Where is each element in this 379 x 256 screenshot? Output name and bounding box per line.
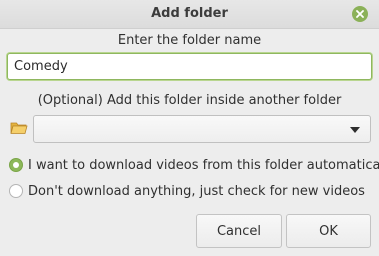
radio-button-selected[interactable] xyxy=(9,158,23,172)
radio-download-automatically[interactable]: I want to download videos from this fold… xyxy=(9,156,379,174)
radio-check-only[interactable]: Don't download anything, just check for … xyxy=(9,182,365,200)
folder-name-label: Enter the folder name xyxy=(117,33,262,48)
ok-button[interactable]: OK xyxy=(286,214,371,248)
cancel-button[interactable]: Cancel xyxy=(196,214,282,248)
dropdown-arrow-icon xyxy=(350,127,360,133)
folder-name-input[interactable] xyxy=(7,53,372,80)
folder-open-icon xyxy=(10,122,28,134)
radio-download-label: I want to download videos from this fold… xyxy=(28,157,379,173)
close-icon xyxy=(356,10,364,18)
title-bar: Add folder xyxy=(0,0,379,29)
parent-folder-combo[interactable] xyxy=(33,115,371,143)
radio-button-unselected[interactable] xyxy=(9,184,23,198)
dialog-title: Add folder xyxy=(151,6,228,21)
radio-check-label: Don't download anything, just check for … xyxy=(28,183,365,199)
close-button[interactable] xyxy=(352,6,368,22)
parent-folder-label: (Optional) Add this folder inside anothe… xyxy=(37,93,342,108)
